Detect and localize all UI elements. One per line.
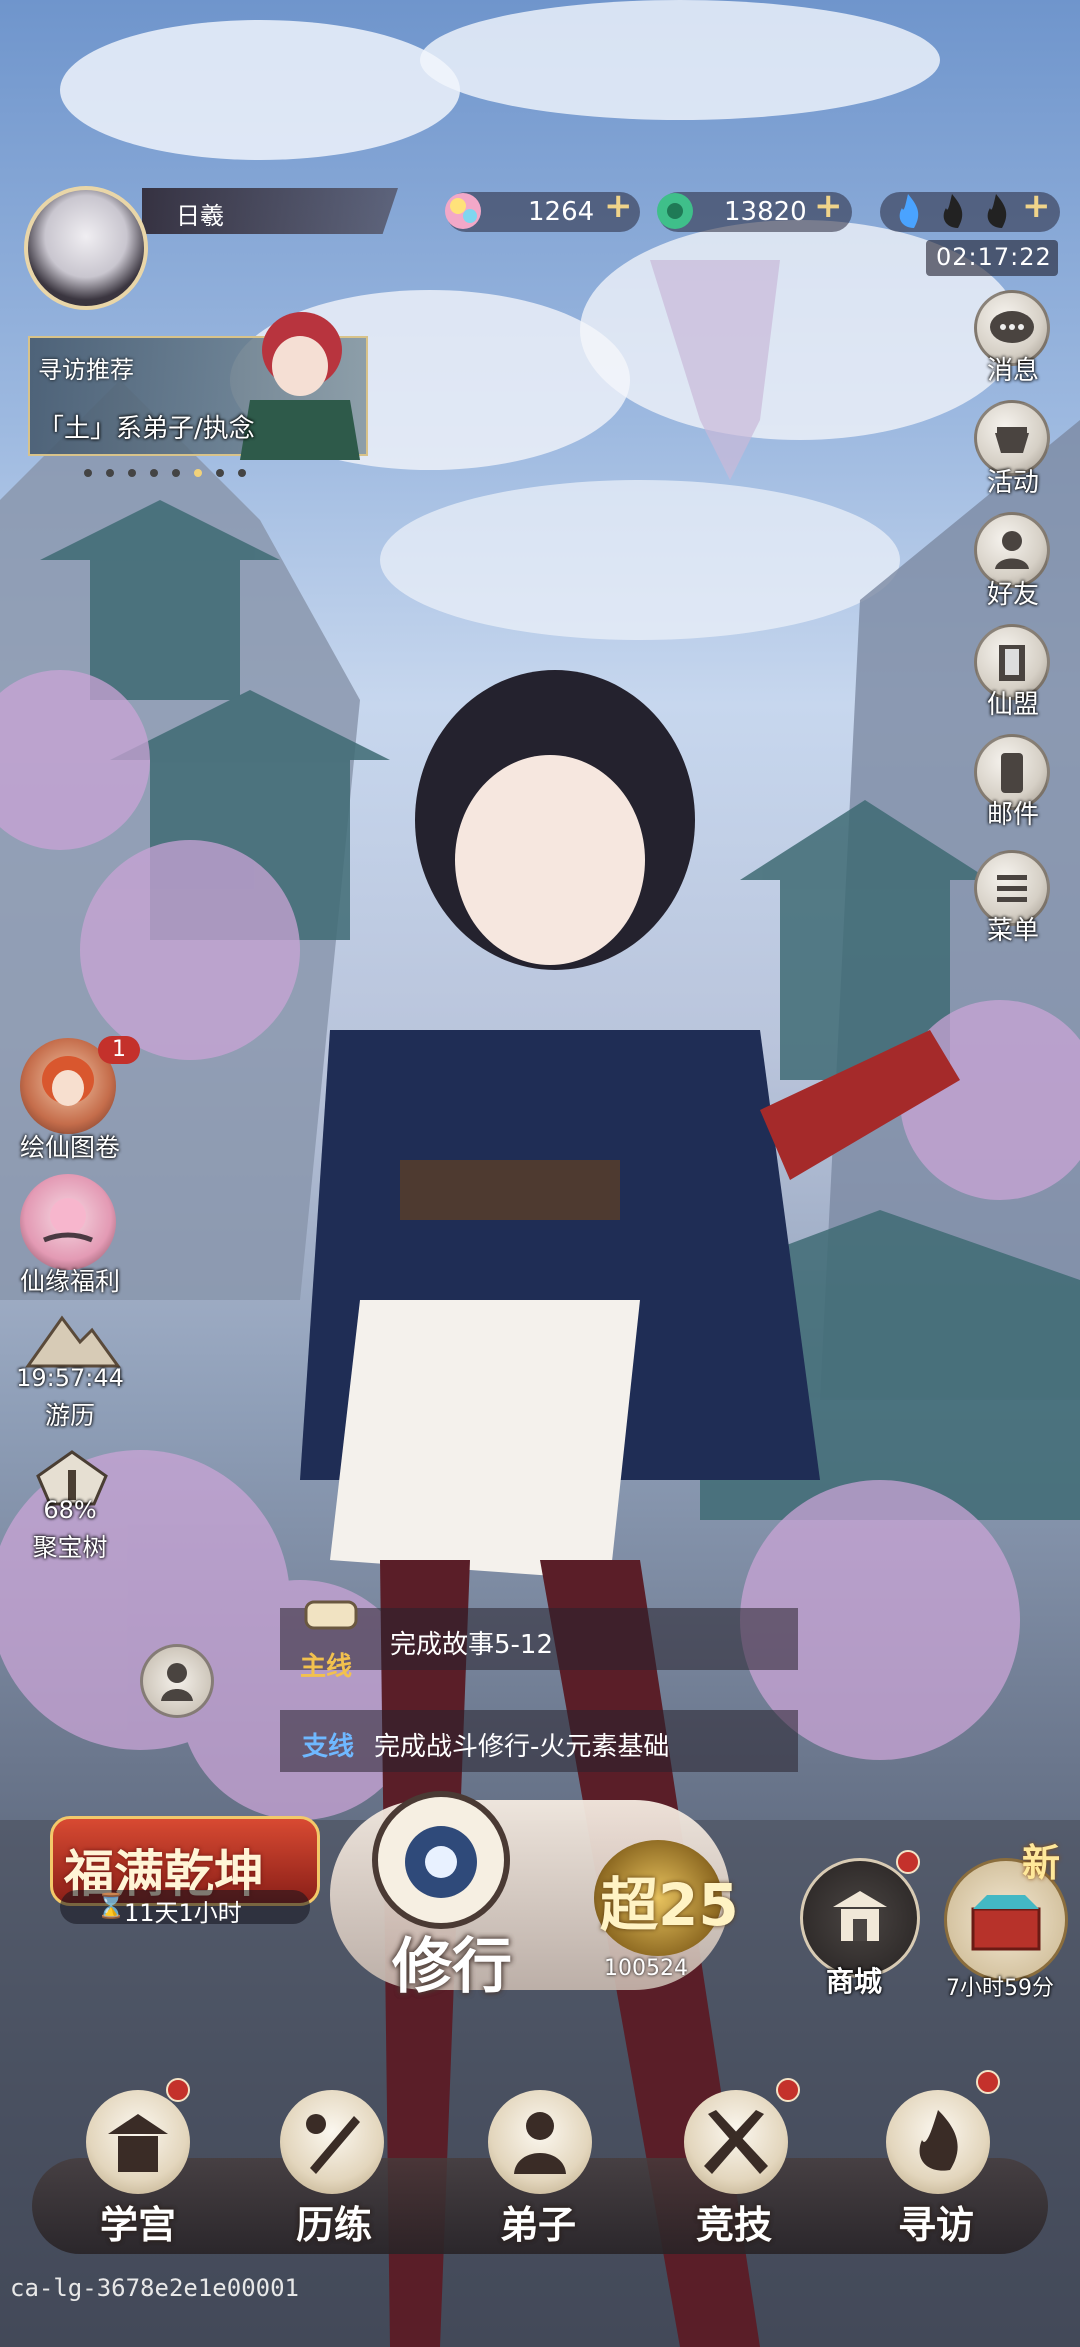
gallery-badge: 1 <box>98 1036 140 1064</box>
side-quest-tag: 支线 <box>302 1732 355 1762</box>
training-icon <box>306 2114 360 2174</box>
flame-icon <box>899 194 1007 228</box>
disciple-icon <box>514 2112 566 2174</box>
nav-training-icon[interactable] <box>280 2090 384 2194</box>
player-avatar[interactable] <box>24 186 148 310</box>
nav-disciple-icon[interactable] <box>488 2090 592 2194</box>
travel-label[interactable]: 游历 <box>0 1396 140 1432</box>
arena-red-dot <box>776 2078 800 2102</box>
menu-label: 菜单 <box>986 916 1039 946</box>
add-spirit-gem-button[interactable]: + <box>604 186 633 226</box>
add-jade-coin-button[interactable]: + <box>814 186 843 226</box>
scroll-icon <box>304 1600 358 1630</box>
resource-spirit-gem-value: 1264 <box>528 197 595 227</box>
flame-search-icon <box>919 2110 958 2171</box>
cultivate-orb-icon <box>372 1791 510 1929</box>
nav-academy-icon[interactable] <box>86 2090 190 2194</box>
recommend-title: 寻访推荐 <box>38 356 134 384</box>
store-icon <box>833 1891 887 1941</box>
hourglass-icon: ⌛ <box>96 1892 126 1920</box>
treasure-tree-label[interactable]: 聚宝树 <box>0 1528 140 1564</box>
academy-icon <box>108 2114 168 2172</box>
welfare-label: 仙缘福利 <box>19 1267 120 1296</box>
new-badge: 新 <box>1022 1841 1061 1885</box>
mail-label: 邮件 <box>986 800 1039 830</box>
shop-red-dot <box>896 1850 920 1874</box>
nav-training-label[interactable]: 历练 <box>264 2194 404 2249</box>
spirit-gem-icon <box>445 193 481 229</box>
event-countdown: 11天1小时 <box>124 1899 242 1927</box>
person-icon <box>161 1663 193 1701</box>
stamina-timer: 02:17:22 <box>936 243 1052 271</box>
build-id: ca-lg-3678e2e1e00001 <box>10 2274 299 2302</box>
nav-academy-label[interactable]: 学宫 <box>68 2194 208 2249</box>
gallery-label: 绘仙图卷 <box>19 1133 120 1162</box>
crossed-swords-icon <box>704 2110 768 2174</box>
nav-arena-label[interactable]: 竞技 <box>664 2194 804 2249</box>
character-switch-button[interactable] <box>140 1644 214 1718</box>
activity-label: 活动 <box>986 468 1039 498</box>
academy-red-dot <box>166 2078 190 2102</box>
welfare-button[interactable] <box>20 1174 116 1270</box>
nav-search-label[interactable]: 寻访 <box>866 2194 1006 2249</box>
jade-coin-icon <box>657 193 693 229</box>
shop-label: 商城 <box>826 1965 883 1998</box>
player-name: 日羲 <box>176 202 224 230</box>
main-quest-tag: 主线 <box>300 1652 353 1682</box>
blossom-icon <box>43 1198 93 1243</box>
mountain-icon <box>25 1315 121 1368</box>
treasure-tree-progress: 68% <box>43 1496 97 1524</box>
cultivate-label: 修行 <box>392 1932 512 2002</box>
search-red-dot <box>976 2070 1000 2094</box>
friends-label: 好友 <box>986 580 1039 610</box>
alliance-label: 仙盟 <box>986 690 1039 720</box>
main-quest-text: 完成故事5-12 <box>390 1630 554 1660</box>
cultivate-power: 100524 <box>604 1956 688 1981</box>
resource-jade-coin-value: 13820 <box>724 197 807 227</box>
nav-arena-icon[interactable] <box>684 2090 788 2194</box>
add-stamina-button[interactable]: + <box>1022 186 1051 226</box>
new-item-countdown: 7小时59分 <box>946 1976 1054 2001</box>
game-scene: 日羲 1264 + 13820 + + 02:17:22 寻访推荐 「土」系弟子… <box>0 0 1080 2347</box>
cultivate-tier: 超25 <box>600 1871 739 1939</box>
recommend-subtitle: 「土」系弟子/执念 <box>38 414 255 444</box>
recommend-page-dots <box>84 462 260 481</box>
side-quest-text: 完成战斗修行-火元素基础 <box>374 1732 670 1762</box>
messages-label: 消息 <box>986 356 1039 386</box>
nav-disciple-label[interactable]: 弟子 <box>468 2194 608 2249</box>
nav-search-icon[interactable] <box>886 2090 990 2194</box>
travel-timer: 19:57:44 <box>16 1364 124 1392</box>
